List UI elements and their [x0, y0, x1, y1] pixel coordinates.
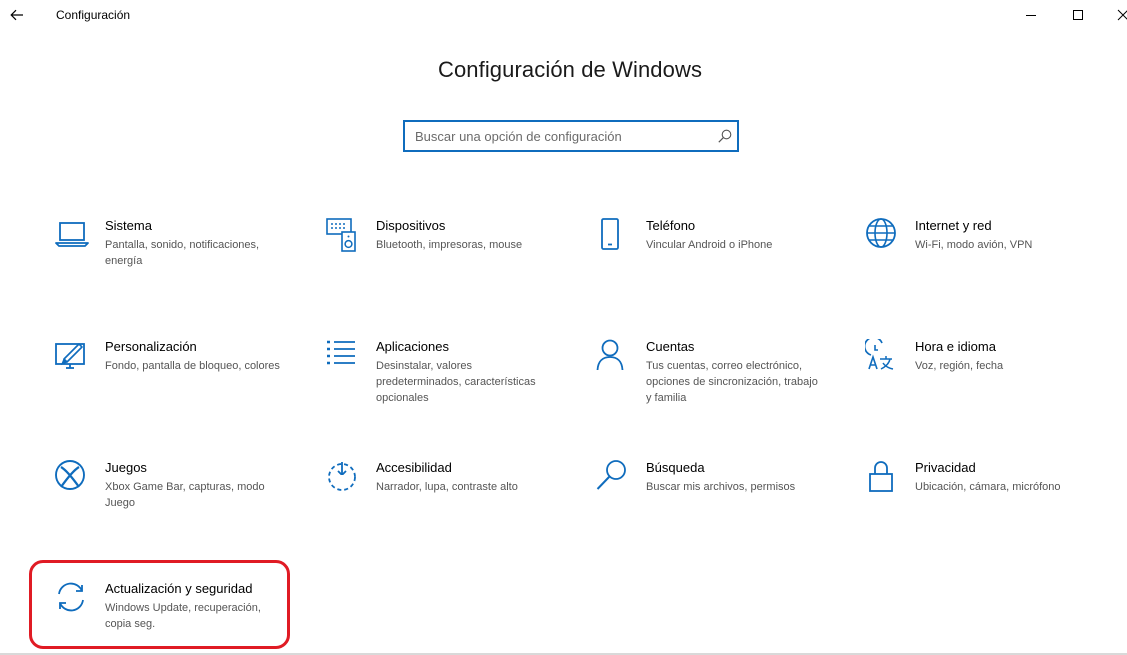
- maximize-button[interactable]: [1067, 4, 1089, 26]
- tile-title: Búsqueda: [646, 460, 705, 475]
- tile-title: Cuentas: [646, 339, 695, 354]
- tile-description: Buscar mis archivos, permisos: [646, 481, 796, 493]
- person-icon: [596, 339, 624, 371]
- tile-description: Vincular Android o iPhone: [646, 239, 773, 251]
- page-title: Configuración de Windows: [437, 57, 703, 82]
- search-box[interactable]: [403, 120, 739, 152]
- tile-telefono[interactable]: Teléfono Vincular Android o iPhone: [596, 218, 856, 308]
- tile-description: Windows Update, recuperación, copia seg.: [105, 602, 261, 630]
- tile-title: Personalización: [105, 339, 197, 354]
- minimize-button[interactable]: [1020, 4, 1042, 26]
- tile-description: Fondo, pantalla de bloqueo, colores: [105, 360, 280, 372]
- tile-busqueda[interactable]: Búsqueda Buscar mis archivos, permisos: [596, 460, 856, 550]
- tile-personalizacion[interactable]: Personalización Fondo, pantalla de bloqu…: [55, 339, 315, 429]
- tile-cuentas[interactable]: Cuentas Tus cuentas, correo electrónico,…: [596, 339, 856, 429]
- tile-description: Bluetooth, impresoras, mouse: [376, 239, 523, 251]
- search-icon[interactable]: [717, 128, 733, 144]
- search-input[interactable]: [405, 122, 705, 150]
- close-button[interactable]: [1112, 4, 1127, 26]
- apps-list-icon: [327, 340, 355, 365]
- xbox-icon: [55, 460, 85, 490]
- maximize-icon: [1073, 10, 1083, 20]
- tile-dispositivos[interactable]: Dispositivos Bluetooth, impresoras, mous…: [326, 218, 586, 308]
- tile-description: Voz, región, fecha: [915, 360, 1004, 372]
- tile-title: Teléfono: [646, 218, 696, 233]
- tile-title: Sistema: [105, 218, 152, 233]
- back-button[interactable]: [6, 4, 28, 26]
- tile-title: Aplicaciones: [376, 339, 449, 354]
- tile-description: Xbox Game Bar, capturas, modo Juego: [105, 481, 265, 509]
- window-title: Configuración: [56, 8, 131, 22]
- phone-icon: [601, 218, 619, 250]
- tile-description: Tus cuentas, correo electrónico, opcione…: [646, 360, 818, 404]
- tile-title: Internet y red: [915, 218, 992, 233]
- tile-title: Privacidad: [915, 460, 976, 475]
- tile-description: Narrador, lupa, contraste alto: [376, 481, 518, 493]
- sync-icon: [58, 582, 84, 612]
- tile-title: Actualización y seguridad: [105, 581, 253, 596]
- tile-hora-e-idioma[interactable]: Hora e idioma Voz, región, fecha: [865, 339, 1125, 429]
- close-icon: [1117, 9, 1127, 21]
- tile-aplicaciones[interactable]: Aplicaciones Desinstalar, valores predet…: [326, 339, 586, 429]
- tile-juegos[interactable]: Juegos Xbox Game Bar, capturas, modo Jue…: [55, 460, 315, 550]
- personalization-icon: [55, 343, 85, 369]
- title-bar: Configuración: [0, 0, 1127, 30]
- accessibility-icon: [328, 462, 356, 491]
- tile-privacidad[interactable]: Privacidad Ubicación, cámara, micrófono: [865, 460, 1125, 550]
- tile-description: Ubicación, cámara, micrófono: [915, 481, 1061, 493]
- arrow-left-icon: [10, 9, 23, 21]
- tile-description: Desinstalar, valores predeterminados, ca…: [376, 360, 536, 404]
- tile-actualizacion-y-seguridad[interactable]: Actualización y seguridad Windows Update…: [55, 581, 315, 655]
- tile-internet-y-red[interactable]: Internet y red Wi-Fi, modo avión, VPN: [865, 218, 1125, 308]
- tile-accesibilidad[interactable]: Accesibilidad Narrador, lupa, contraste …: [326, 460, 586, 550]
- tile-title: Hora e idioma: [915, 339, 996, 354]
- tile-title: Accesibilidad: [376, 460, 452, 475]
- tile-title: Dispositivos: [376, 218, 446, 233]
- time-language-icon: [865, 339, 894, 370]
- minimize-icon: [1026, 15, 1036, 16]
- tile-title: Juegos: [105, 460, 147, 475]
- tile-sistema[interactable]: Sistema Pantalla, sonido, notificaciones…: [55, 218, 315, 308]
- laptop-icon: [55, 222, 89, 247]
- tile-description: Pantalla, sonido, notificaciones, energí…: [105, 239, 260, 267]
- devices-icon: [326, 218, 356, 252]
- magnifier-icon: [596, 460, 626, 490]
- lock-icon: [869, 461, 893, 492]
- globe-icon: [866, 218, 896, 248]
- tile-description: Wi-Fi, modo avión, VPN: [915, 239, 1033, 251]
